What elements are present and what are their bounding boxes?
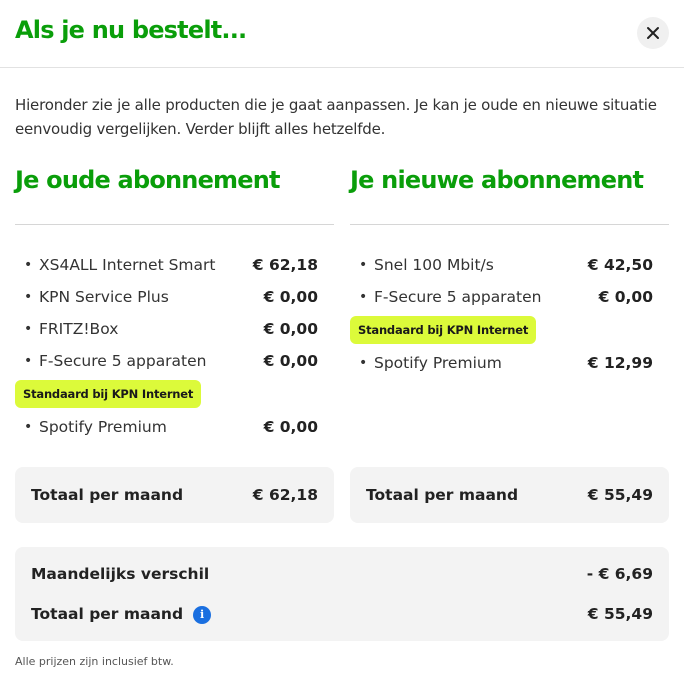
bullet: • [24, 353, 33, 369]
old-subscription-title: Je oude abonnement [15, 166, 281, 194]
summary-total-row: Totaal per maand i € 55,49 [31, 605, 653, 624]
list-item: • Snel 100 Mbit/s € 42,50 [350, 249, 653, 281]
product-price: € 0,00 [263, 320, 318, 338]
old-total-value: € 62,18 [252, 486, 318, 504]
summary-total-label-group: Totaal per maand i [31, 605, 212, 624]
old-total-box: Totaal per maand € 62,18 [15, 467, 334, 523]
new-product-list: • Snel 100 Mbit/s € 42,50 • F-Secure 5 a… [350, 249, 653, 379]
product-name: Spotify Premium [39, 418, 167, 436]
vat-footnote: Alle prijzen zijn inclusief btw. [15, 655, 174, 668]
bullet: • [24, 419, 33, 435]
product-price: € 12,99 [587, 354, 653, 372]
monthly-difference-value: - € 6,69 [586, 565, 653, 583]
product-price: € 0,00 [263, 418, 318, 436]
monthly-difference-label: Maandelijks verschil [31, 565, 210, 583]
product-name: F-Secure 5 apparaten [39, 352, 207, 370]
standard-badge: Standaard bij KPN Internet [15, 380, 202, 408]
old-product-list: • XS4ALL Internet Smart € 62,18 • KPN Se… [15, 249, 318, 443]
intro-text: Hieronder zie je alle producten die je g… [15, 96, 657, 138]
product-price: € 42,50 [587, 256, 653, 274]
list-item: • F-Secure 5 apparaten € 0,00 [15, 345, 318, 377]
monthly-difference-row: Maandelijks verschil - € 6,69 [31, 565, 653, 583]
product-name: XS4ALL Internet Smart [39, 256, 216, 274]
bullet: • [24, 257, 33, 273]
bullet: • [359, 257, 368, 273]
bullet: • [359, 355, 368, 371]
new-subscription-title: Je nieuwe abonnement [350, 166, 644, 194]
old-divider [15, 224, 334, 225]
list-item: • Spotify Premium € 0,00 [15, 411, 318, 443]
list-item: • FRITZ!Box € 0,00 [15, 313, 318, 345]
modal-header: Als je nu bestelt... [0, 0, 684, 68]
list-item: • KPN Service Plus € 0,00 [15, 281, 318, 313]
list-item: • XS4ALL Internet Smart € 62,18 [15, 249, 318, 281]
close-icon [647, 27, 659, 39]
list-item: • Spotify Premium € 12,99 [350, 347, 653, 379]
summary-panel: Maandelijks verschil - € 6,69 Totaal per… [15, 547, 669, 641]
product-name: KPN Service Plus [39, 288, 169, 306]
info-icon[interactable]: i [193, 605, 212, 624]
product-price: € 62,18 [252, 256, 318, 274]
badge-row: Standaard bij KPN Internet [15, 377, 318, 411]
new-total-box: Totaal per maand € 55,49 [350, 467, 669, 523]
product-price: € 0,00 [263, 352, 318, 370]
bullet: • [24, 289, 33, 305]
bullet: • [359, 289, 368, 305]
bullet: • [24, 321, 33, 337]
product-name: F-Secure 5 apparaten [374, 288, 542, 306]
close-button[interactable] [637, 17, 669, 49]
product-name: Spotify Premium [374, 354, 502, 372]
badge-row: Standaard bij KPN Internet [350, 313, 653, 347]
product-name: Snel 100 Mbit/s [374, 256, 494, 274]
summary-total-value: € 55,49 [587, 605, 653, 624]
product-price: € 0,00 [598, 288, 653, 306]
modal-title: Als je nu bestelt... [15, 16, 247, 44]
product-name: FRITZ!Box [39, 320, 119, 338]
list-item: • F-Secure 5 apparaten € 0,00 [350, 281, 653, 313]
new-total-value: € 55,49 [587, 486, 653, 504]
old-total-label: Totaal per maand [31, 486, 184, 504]
summary-total-label: Totaal per maand [31, 605, 184, 623]
product-price: € 0,00 [263, 288, 318, 306]
standard-badge: Standaard bij KPN Internet [350, 316, 537, 344]
new-divider [350, 224, 669, 225]
new-total-label: Totaal per maand [366, 486, 519, 504]
